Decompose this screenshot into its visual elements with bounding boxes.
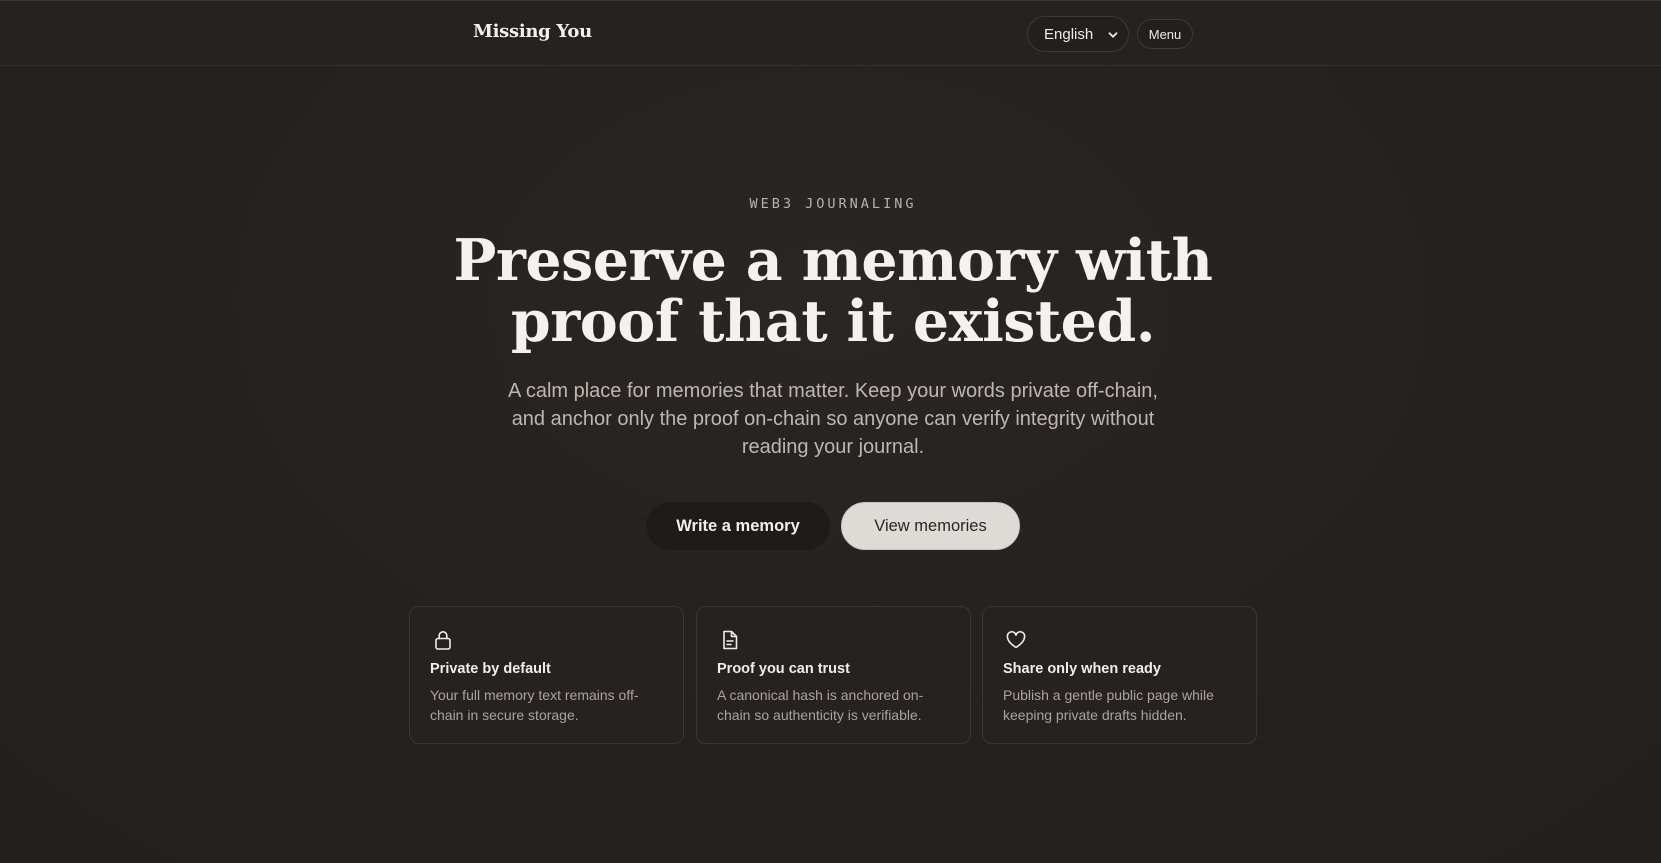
hero-eyebrow: WEB3 JOURNALING [749, 196, 917, 212]
hero-headline-line-1: Preserve a memory with [453, 227, 1213, 294]
hero-description: A calm place for memories that matter. K… [493, 377, 1173, 461]
chevron-down-icon [1108, 32, 1118, 38]
feature-body-line-2: keeping private drafts hidden. [1003, 707, 1187, 723]
view-memories-button[interactable]: View memories [841, 502, 1020, 550]
hero-headline-line-2: proof that it existed. [510, 288, 1156, 355]
feature-body-line-2: chain so authenticity is verifiable. [717, 707, 922, 723]
hero-headline: Preserve a memory with proof that it exi… [0, 230, 1661, 352]
feature-title: Private by default [430, 661, 551, 677]
hero-description-line-1: A calm place for memories that matter. K… [508, 380, 1158, 402]
document-icon [723, 630, 738, 650]
hero-description-line-2: and anchor only the proof on-chain so an… [511, 408, 1155, 430]
language-select[interactable]: English [1027, 16, 1129, 52]
top-nav: Missing You English Menu [0, 0, 1661, 66]
feature-body-line-1: Publish a gentle public page while [1003, 687, 1214, 703]
feature-body: Your full memory text remains off- chain… [430, 685, 670, 725]
language-select-value: English [1044, 25, 1094, 43]
feature-title: Share only when ready [1003, 661, 1161, 677]
feature-card-share: Share only when ready Publish a gentle p… [982, 606, 1257, 744]
feature-body-line-1: A canonical hash is anchored on- [717, 687, 924, 703]
heart-icon [1006, 631, 1026, 649]
menu-button[interactable]: Menu [1137, 19, 1193, 49]
feature-card-proof: Proof you can trust A canonical hash is … [696, 606, 971, 744]
feature-body-line-2: chain in secure storage. [430, 707, 579, 723]
feature-body: A canonical hash is anchored on- chain s… [717, 685, 957, 725]
feature-body-line-1: Your full memory text remains off- [430, 687, 639, 703]
brand-logo[interactable]: Missing You [473, 21, 592, 42]
feature-card-private: Private by default Your full memory text… [409, 606, 684, 744]
feature-title: Proof you can trust [717, 661, 850, 677]
lock-icon [435, 631, 451, 650]
feature-body: Publish a gentle public page while keepi… [1003, 685, 1243, 725]
hero-description-line-3: reading your journal. [741, 436, 925, 458]
write-memory-button[interactable]: Write a memory [646, 502, 830, 550]
